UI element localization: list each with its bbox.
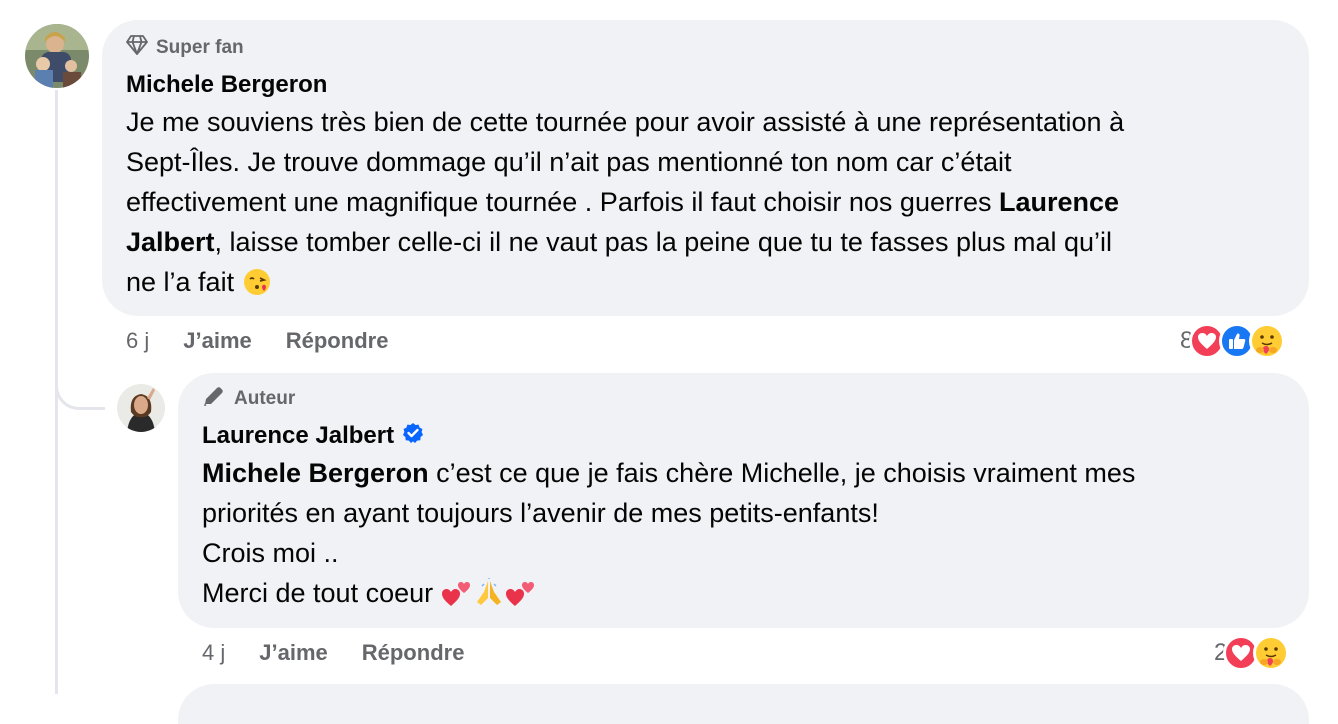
comment-timestamp[interactable]: 4 j bbox=[202, 640, 225, 666]
comment-line-text: effectivement une magnifique tournée . P… bbox=[126, 187, 999, 217]
badge-label: Auteur bbox=[234, 388, 296, 409]
comment-line-text: Merci de tout coeur bbox=[202, 578, 441, 608]
reply-actions: 4 j J’aime Répondre bbox=[202, 638, 498, 668]
comment-actions: 6 j J’aime Répondre bbox=[126, 326, 422, 356]
reply-bubble: Auteur Laurence Jalbert Michele Bergeron… bbox=[178, 373, 1309, 628]
mention-link[interactable]: Michele Bergeron bbox=[202, 458, 429, 488]
reaction-summary[interactable]: 8 bbox=[1180, 321, 1286, 361]
author-name[interactable]: Laurence Jalbert bbox=[202, 422, 394, 450]
pencil-icon bbox=[202, 385, 226, 413]
super-fan-badge[interactable]: Super fan bbox=[126, 35, 1285, 61]
comment-text: Michele Bergeron c’est ce que je fais ch… bbox=[202, 453, 1285, 619]
comment-line: Merci de tout coeur bbox=[202, 573, 1285, 619]
diamond-icon bbox=[126, 35, 148, 61]
comment-line: ne l’a fait bbox=[126, 262, 1285, 308]
badge-label: Super fan bbox=[156, 37, 244, 58]
comment-line: Crois moi .. bbox=[202, 538, 339, 568]
face-blowing-kiss-icon bbox=[242, 267, 272, 308]
avatar-laurence-jalbert[interactable] bbox=[117, 384, 165, 432]
comment-author[interactable]: Laurence Jalbert bbox=[202, 421, 1285, 451]
author-name[interactable]: Michele Bergeron bbox=[126, 71, 327, 99]
care-reaction-icon bbox=[1253, 635, 1290, 671]
comment-bubble: Super fan Michele Bergeron Je me souvien… bbox=[102, 20, 1309, 316]
comment-line: Je me souviens très bien de cette tourné… bbox=[126, 107, 1125, 137]
two-hearts-icon bbox=[505, 578, 537, 619]
mention-link[interactable]: Laurence bbox=[999, 187, 1119, 217]
verified-badge-icon bbox=[402, 422, 424, 451]
next-comment-bubble bbox=[178, 684, 1309, 724]
mention-link[interactable]: Jalbert bbox=[126, 227, 215, 257]
care-reaction-icon bbox=[1249, 323, 1286, 359]
comment-author[interactable]: Michele Bergeron bbox=[126, 70, 1285, 100]
comment-line: effectivement une magnifique tournée . P… bbox=[126, 182, 1285, 222]
reply-button[interactable]: Répondre bbox=[286, 328, 389, 354]
reaction-summary[interactable]: 2 bbox=[1214, 633, 1290, 673]
two-hearts-icon bbox=[441, 578, 473, 619]
comment-line-text: , laisse tomber celle-ci il ne vaut pas … bbox=[214, 227, 1113, 257]
comment-text: Je me souviens très bien de cette tourné… bbox=[126, 102, 1285, 308]
author-badge[interactable]: Auteur bbox=[202, 387, 1285, 411]
avatar-michele-bergeron[interactable] bbox=[25, 24, 89, 88]
reply-connector bbox=[55, 360, 105, 410]
comment-line: Michele Bergeron c’est ce que je fais ch… bbox=[202, 453, 1285, 493]
comment-timestamp[interactable]: 6 j bbox=[126, 328, 149, 354]
like-button[interactable]: J’aime bbox=[259, 640, 328, 666]
comment-line: priorités en ayant toujours l’avenir de … bbox=[202, 498, 879, 528]
reply-button[interactable]: Répondre bbox=[362, 640, 465, 666]
comment-line-text: ne l’a fait bbox=[126, 267, 242, 297]
comment-line: Sept-Îles. Je trouve dommage qu’il n’ait… bbox=[126, 147, 1012, 177]
comment-line: Jalbert, laisse tomber celle-ci il ne va… bbox=[126, 222, 1285, 262]
folded-hands-icon bbox=[473, 577, 505, 619]
like-button[interactable]: J’aime bbox=[183, 328, 252, 354]
comment-line-text: c’est ce que je fais chère Michelle, je … bbox=[428, 458, 1136, 488]
